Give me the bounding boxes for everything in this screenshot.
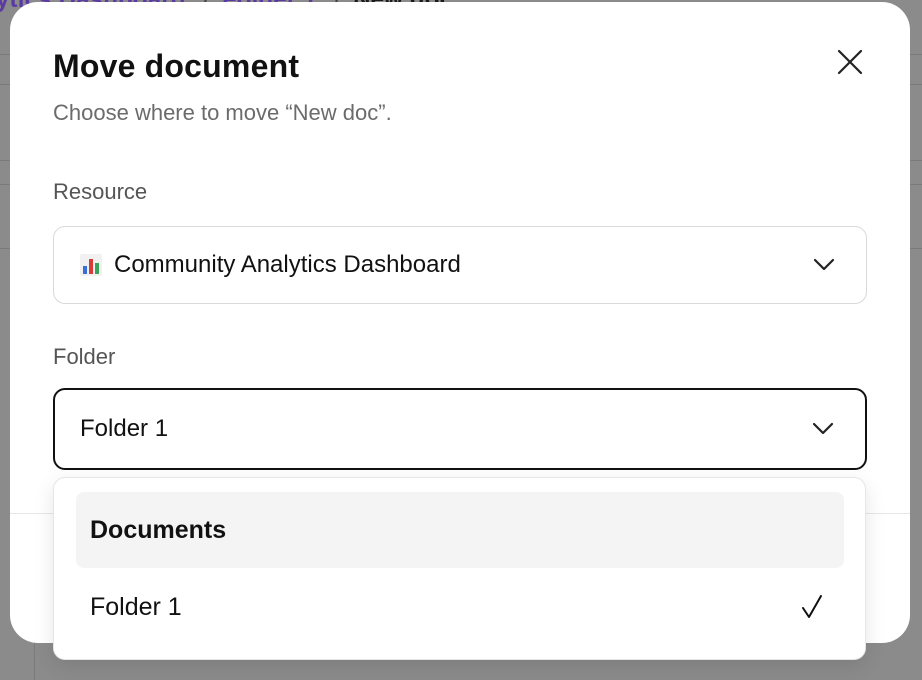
dialog-subtitle: Choose where to move “New doc”. — [53, 100, 392, 125]
checkmark-icon — [802, 595, 822, 618]
close-icon — [837, 49, 863, 75]
resource-select-value: Community Analytics Dashboard — [80, 251, 461, 279]
folder-dropdown-menu: Documents Folder 1 — [53, 477, 866, 660]
folder-label: Folder — [53, 344, 116, 369]
chevron-down-icon — [813, 258, 835, 271]
close-button[interactable] — [832, 44, 868, 80]
folder-option-label: Folder 1 — [90, 592, 182, 621]
resource-select[interactable]: Community Analytics Dashboard — [53, 226, 867, 304]
resource-selected-text: Community Analytics Dashboard — [114, 251, 461, 278]
folder-select[interactable]: Folder 1 — [53, 388, 867, 470]
resource-label: Resource — [53, 179, 148, 204]
folder-option-folder-1[interactable]: Folder 1 — [76, 569, 844, 645]
folder-option-label: Documents — [90, 515, 227, 544]
bar-chart-icon — [80, 254, 102, 276]
dialog-title: Move document — [53, 48, 300, 84]
folder-selected-text: Folder 1 — [80, 415, 169, 442]
folder-option-documents[interactable]: Documents — [76, 492, 844, 568]
chevron-down-icon — [812, 422, 834, 435]
